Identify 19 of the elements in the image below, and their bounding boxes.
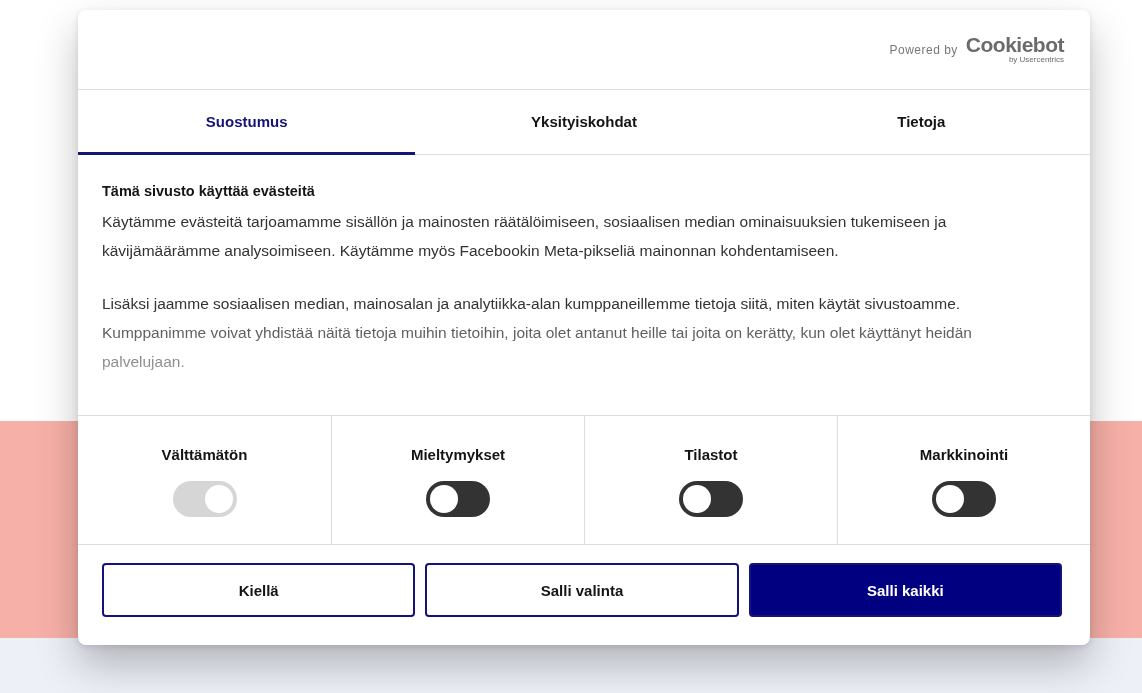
category-label: Välttämätön [161,446,248,463]
tab[interactable]: Suostumus [78,90,416,155]
logo: Cookiebot [965,35,1064,55]
powered-by-label: Powered by [889,42,958,57]
choice-button[interactable]: Salli valinta [425,563,739,617]
toggle-switch[interactable] [426,481,490,517]
description-paragraph: Lisäksi jaamme sosiaalisen median, mainosalan ja analytiikka-alan kumppaneillemme tietoja siitä, miten käytät sivustoamme. Kumppanimme voivat yhdistää näitä tietoja muihin tietoihin, joita olet antanut heille tai joita on kerätty, kun olet käyttänyt heidän palvelujaan. [102,294,973,372]
category-label: Tilastot [684,446,738,463]
tab[interactable]: Yksityiskohdat [415,90,753,155]
toggle-switch[interactable] [932,481,996,517]
tab[interactable]: Tietoja [752,90,1090,155]
description-paragraph: Käytämme evästeitä tarjoamamme sisällön ja mainosten räätälöimiseen, sosiaalisen median ominaisuuksien tukemiseen ja kävijämäärämme analysoimiseen. Käytämme myös Facebookin Meta-pikseliä mainonnan kohdentamiseen. [102,212,948,261]
consent-title: Tämä sivusto käyttää evästeitä [102,183,316,199]
logo-subtitle: by Usercentrics [1008,55,1064,64]
category-label: Markkinointi [919,446,1009,463]
category-label: Mieltymykset [410,446,506,463]
choice-button[interactable]: Kiellä [102,563,416,617]
allow-all-button[interactable]: Salli kaikki [748,563,1062,617]
toggle-switch[interactable] [679,481,743,517]
